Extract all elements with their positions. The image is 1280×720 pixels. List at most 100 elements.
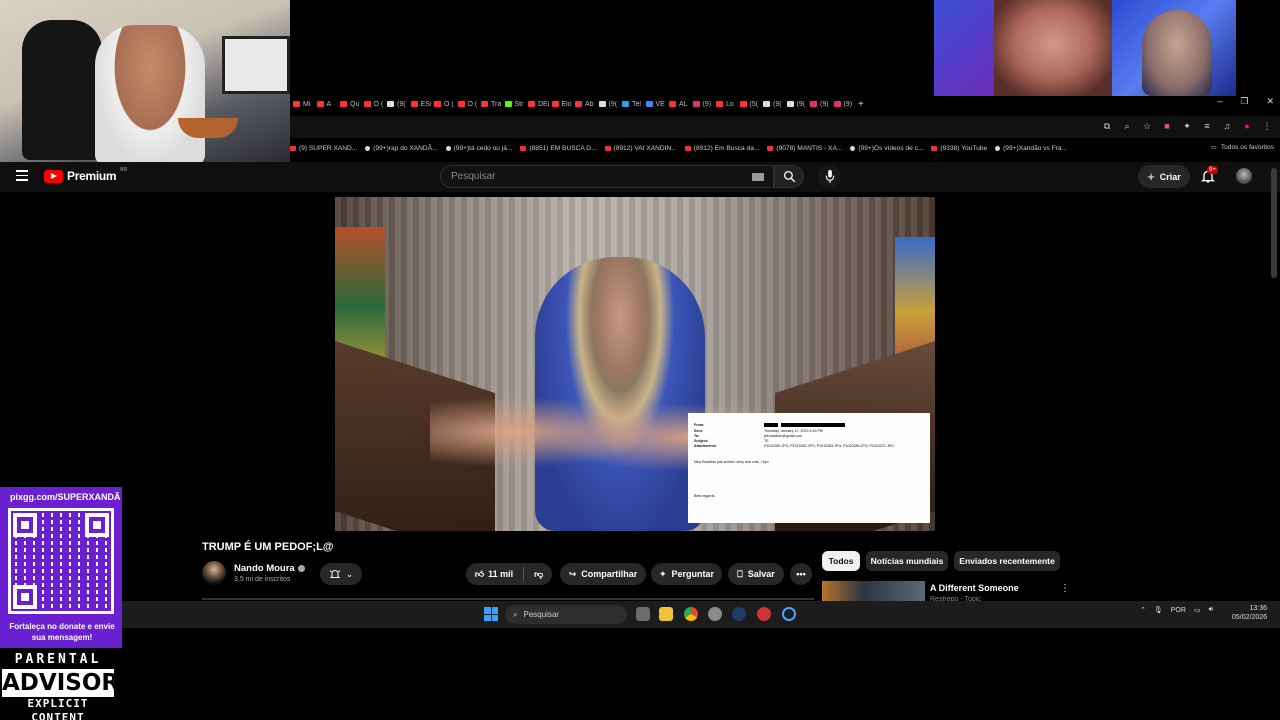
channel-name[interactable]: Nando Moura xyxy=(234,563,305,574)
share-button[interactable]: ↪ Compartilhar xyxy=(560,563,646,585)
language-indicator[interactable]: POR xyxy=(1171,607,1186,614)
taskbar-clock[interactable]: 13:36 05/02/2026 xyxy=(1232,604,1267,622)
youtube-premium-logo[interactable]: Premium BR xyxy=(44,167,127,183)
browser-tab[interactable]: O ( xyxy=(431,101,455,108)
browser-menu-icon[interactable]: ⋮ xyxy=(1262,121,1272,131)
chip-enviados-recentemente[interactable]: Enviados recentemente xyxy=(954,551,1060,571)
tabs-icon[interactable]: ≡ xyxy=(1202,121,1212,131)
browser-tab[interactable]: (9( xyxy=(784,101,808,108)
keyboard-icon[interactable] xyxy=(752,173,764,181)
channel-avatar[interactable] xyxy=(202,561,226,585)
browser-tab[interactable]: ES( xyxy=(408,101,431,108)
settings-icon[interactable] xyxy=(708,607,722,621)
youtube-icon xyxy=(931,145,938,151)
media-icon[interactable]: ♫ xyxy=(1222,121,1232,131)
tab-favicon-icon xyxy=(551,101,559,107)
chip-noticias-mundiais[interactable]: Notícias mundiais xyxy=(866,551,948,571)
chevron-down-icon: ⌄ xyxy=(345,568,354,579)
file-explorer-icon[interactable] xyxy=(659,607,673,621)
browser-tab[interactable]: (9( xyxy=(596,101,620,108)
browser-tab[interactable]: (9) xyxy=(831,101,855,108)
bookmark-item[interactable]: (99+)tá cedo ou já... xyxy=(445,145,512,152)
browser-tab[interactable]: VE xyxy=(643,101,667,108)
bookmark-item[interactable]: (9078) MANTIS - XA... xyxy=(767,145,842,152)
task-view-icon[interactable] xyxy=(636,607,650,621)
recommendation-thumbnail[interactable] xyxy=(822,581,925,601)
browser-tab[interactable]: Mi xyxy=(290,101,314,108)
recommendation-more-icon[interactable]: ⋮ xyxy=(1060,583,1070,594)
app-icon[interactable] xyxy=(757,607,771,621)
bookmark-item[interactable]: (9) SUPER XAND... xyxy=(290,145,357,152)
ask-button[interactable]: ✦ Perguntar xyxy=(651,563,722,585)
browser-tab[interactable]: O ( xyxy=(455,101,479,108)
volume-icon[interactable]: 🔊︎ xyxy=(1209,606,1213,614)
star-icon[interactable]: ☆ xyxy=(1142,121,1152,131)
browser-tab-bar: Mi A Qu O ((9(ES(O (O (Tra Str DE(Elo Ab (9(Te… xyxy=(290,96,1280,112)
bookmark-item[interactable]: (9338) YouTube xyxy=(931,145,987,152)
browser-tab[interactable]: Lo xyxy=(713,101,737,108)
microphone-tray-icon[interactable]: 🎙︎ xyxy=(1154,606,1163,614)
network-icon[interactable]: ▭ xyxy=(1194,606,1201,614)
notification-badge: 9+ xyxy=(1207,166,1218,174)
subscription-notification-button[interactable]: ⌄ xyxy=(320,563,362,585)
all-favorites[interactable]: ▭ Todos os favoritos xyxy=(1211,143,1274,152)
tab-label: Lo xyxy=(726,100,734,108)
browser-tab[interactable]: Qu xyxy=(337,101,361,108)
browser-tab[interactable]: DE( xyxy=(525,101,549,108)
browser-tab[interactable]: (9( xyxy=(384,101,408,108)
browser-tab[interactable]: (9) xyxy=(690,101,714,108)
like-button[interactable]: 👍︎ 11 mil xyxy=(475,569,513,580)
hamburger-menu-icon[interactable] xyxy=(16,170,28,182)
search-input[interactable] xyxy=(441,166,731,187)
browser-tab[interactable]: Tel xyxy=(619,101,643,108)
browser-tab[interactable]: (5( xyxy=(737,101,761,108)
save-button[interactable]: ⎕ Salvar xyxy=(728,563,784,585)
new-tab-button[interactable]: + xyxy=(858,99,864,110)
more-actions-button[interactable]: ••• xyxy=(790,563,812,585)
browser-tab[interactable]: (9( xyxy=(760,101,784,108)
browser-tab[interactable]: Str xyxy=(502,101,526,108)
dislike-button[interactable]: 👎︎ xyxy=(534,569,543,580)
bookmark-item[interactable]: (99+)Os vídeos de c... xyxy=(850,145,923,152)
chrome-icon[interactable] xyxy=(684,607,698,621)
tab-label: Str xyxy=(514,100,524,108)
browser-tab[interactable]: AL xyxy=(666,101,690,108)
cortana-icon[interactable] xyxy=(782,607,796,621)
browser-tab[interactable]: Tra xyxy=(478,101,502,108)
extension-icon[interactable]: ■ xyxy=(1162,121,1172,131)
chevron-up-icon[interactable]: ⌃ xyxy=(1140,606,1146,614)
windows-start-icon[interactable] xyxy=(484,607,498,621)
browser-tab[interactable]: A xyxy=(314,101,338,108)
chip-todos[interactable]: Todos xyxy=(822,551,860,571)
bell-icon xyxy=(329,570,341,578)
bookmarks-bar: (9) SUPER XAND... (99+)rap do XANDÃ... (99… xyxy=(290,140,1280,156)
page-scrollbar[interactable] xyxy=(1271,168,1277,278)
bookmark-item[interactable]: (8912) Em Busca da... xyxy=(684,145,759,152)
create-button[interactable]: + Criar xyxy=(1138,165,1190,188)
bookmark-item[interactable]: (8912) VAI XANDIN... xyxy=(604,145,677,152)
bookmark-item[interactable]: (99+)rap do XANDÃ... xyxy=(365,145,438,152)
browser-tab[interactable]: Elo xyxy=(549,101,573,108)
bookmark-label: (9) SUPER XAND... xyxy=(299,144,358,152)
youtube-icon xyxy=(520,145,527,151)
bookmark-item[interactable]: (8851) EM BUSCA D... xyxy=(520,145,597,152)
minimize-icon[interactable]: – xyxy=(1217,96,1222,107)
account-avatar[interactable] xyxy=(1236,168,1252,184)
browser-tab[interactable]: (9) xyxy=(807,101,831,108)
recommendation-title[interactable]: A Different Someone xyxy=(930,583,1019,593)
puzzle-icon[interactable]: ✦ xyxy=(1182,121,1192,131)
browser-tab[interactable]: O ( xyxy=(361,101,385,108)
search-button[interactable] xyxy=(774,165,804,188)
zoom-icon[interactable]: ⌕ xyxy=(1122,121,1132,131)
restore-icon[interactable]: ❐ xyxy=(1240,96,1248,107)
browser-tab[interactable]: Ab xyxy=(572,101,596,108)
tab-favicon-icon xyxy=(833,101,841,107)
profile-icon[interactable]: ● xyxy=(1242,121,1252,131)
steam-icon[interactable] xyxy=(732,607,746,621)
close-icon[interactable]: ✕ xyxy=(1266,96,1274,107)
taskbar-search[interactable]: ⌕ Pesquisar xyxy=(505,605,627,624)
tab-label: VE xyxy=(655,100,665,108)
cast-icon[interactable]: ⧉ xyxy=(1102,121,1112,131)
voice-search-button[interactable] xyxy=(818,165,841,188)
bookmark-item[interactable]: (99+)Xandão vs Fra... xyxy=(995,145,1067,152)
